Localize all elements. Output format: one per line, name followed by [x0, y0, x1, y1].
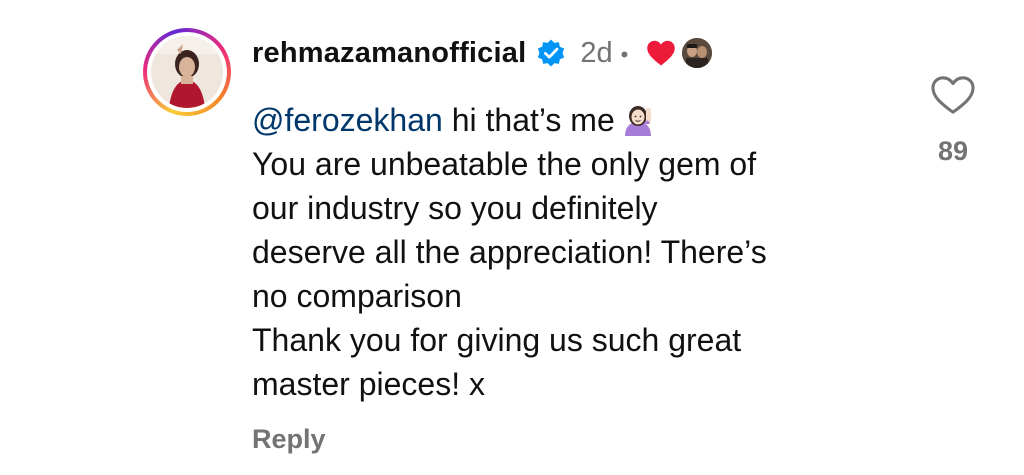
red-heart-icon — [646, 39, 676, 67]
comment-timestamp[interactable]: 2d — [580, 37, 612, 70]
comment-line: @ferozekhan hi that’s me — [252, 98, 892, 142]
person-raising-hand-emoji — [621, 102, 655, 136]
like-count: 89 — [937, 136, 969, 166]
commenter-avatar[interactable] — [143, 28, 231, 116]
separator-dot: • — [620, 42, 629, 67]
heart-outline-icon[interactable] — [928, 74, 978, 116]
creator-avatar — [682, 38, 713, 68]
mention-link[interactable]: @ferozekhan — [252, 102, 443, 138]
comment-header: rehmazamanofficial 2d • — [252, 30, 892, 76]
comment-line: deserve all the appreciation! There’s — [252, 234, 767, 270]
comment-line: You are unbeatable the only gem of — [252, 146, 757, 182]
comment-text: hi that’s me — [442, 102, 615, 138]
comment-line: our industry so you definitely — [252, 190, 658, 226]
username[interactable]: rehmazamanofficial — [252, 37, 526, 70]
comment-line: Thank you for giving us such great — [252, 322, 742, 358]
reply-button[interactable]: Reply — [252, 424, 892, 455]
avatar-photo — [151, 36, 223, 108]
comment-line: no comparison — [252, 278, 462, 314]
comment-line: master pieces! x — [252, 366, 485, 402]
comment-body: @ferozekhan hi that’s me You are unbeata… — [252, 98, 892, 406]
comment: rehmazamanofficial 2d • @ferozekhan hi t… — [252, 30, 892, 455]
verified-badge-icon — [536, 38, 566, 68]
like-column: 89 — [928, 74, 978, 167]
